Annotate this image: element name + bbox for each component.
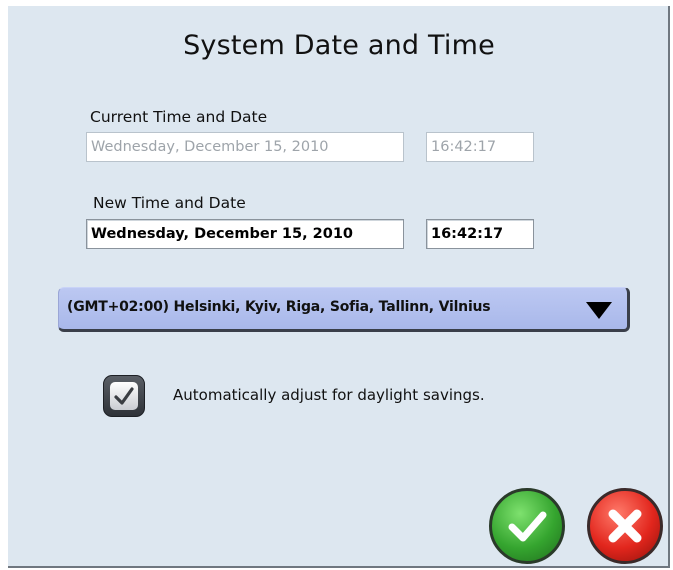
ok-button[interactable] xyxy=(489,488,565,564)
current-time-label: Current Time and Date xyxy=(90,108,268,126)
new-time-field[interactable]: 16:42:17 xyxy=(426,219,534,249)
timezone-dropdown[interactable]: (GMT+02:00) Helsinki, Kyiv, Riga, Sofia,… xyxy=(58,287,630,332)
current-date-field: Wednesday, December 15, 2010 xyxy=(86,132,404,162)
checkbox-face xyxy=(110,382,138,410)
daylight-savings-checkbox[interactable] xyxy=(103,375,145,417)
timezone-selected-value: (GMT+02:00) Helsinki, Kyiv, Riga, Sofia,… xyxy=(67,299,491,315)
dialog-title: System Date and Time xyxy=(183,30,495,61)
date-time-dialog: System Date and Time Current Time and Da… xyxy=(8,6,670,568)
daylight-savings-label: Automatically adjust for daylight saving… xyxy=(173,386,485,404)
current-time-field: 16:42:17 xyxy=(426,132,534,162)
cancel-button[interactable] xyxy=(587,488,663,564)
x-icon xyxy=(608,509,642,543)
checkmark-icon xyxy=(508,511,547,542)
new-time-label: New Time and Date xyxy=(93,194,246,212)
checkmark-icon xyxy=(114,387,134,405)
triangle-down-icon xyxy=(586,302,612,319)
new-date-field[interactable]: Wednesday, December 15, 2010 xyxy=(86,219,404,249)
